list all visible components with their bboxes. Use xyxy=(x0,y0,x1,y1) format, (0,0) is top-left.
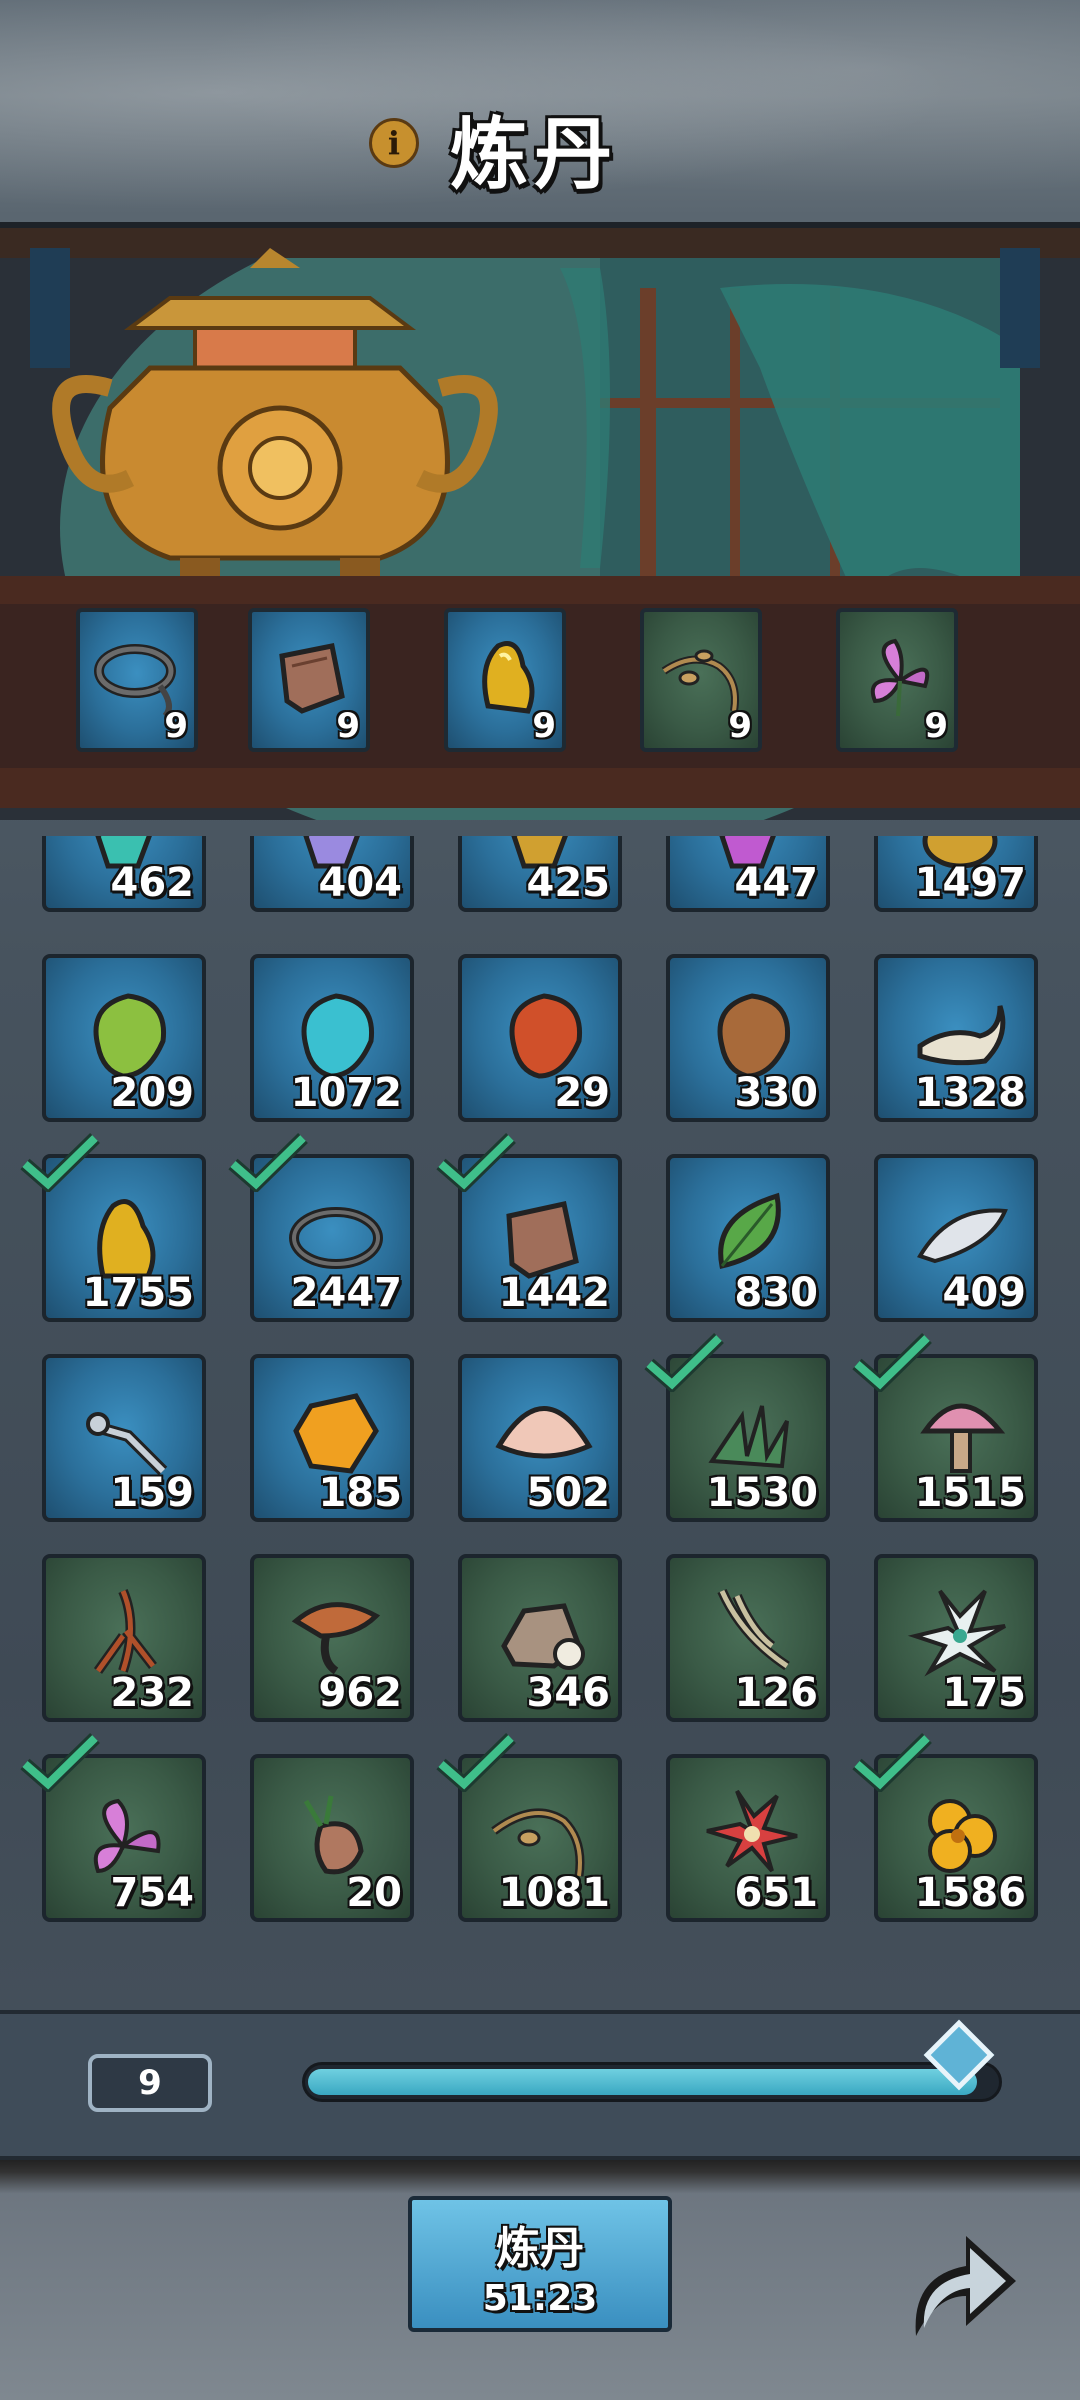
selected-check-icon xyxy=(228,1132,308,1192)
selected-check-icon xyxy=(644,1332,724,1392)
furnace-ingredient-slots: 9 9 9 9 9 xyxy=(0,608,1080,758)
furnace-slot[interactable]: 9 xyxy=(640,608,762,752)
inventory-item[interactable]: 404 xyxy=(250,836,414,912)
slider-fill xyxy=(308,2069,977,2095)
inventory-item[interactable]: 29 xyxy=(458,954,622,1122)
header: i 炼丹 xyxy=(0,0,1080,220)
inventory-item[interactable]: 462 xyxy=(42,836,206,912)
inventory-item[interactable]: 830 xyxy=(666,1154,830,1322)
inventory-item[interactable]: 232 xyxy=(42,1554,206,1722)
inventory-item[interactable]: 1497 xyxy=(874,836,1038,912)
inventory-item[interactable]: 20 xyxy=(250,1754,414,1922)
furnace-slot[interactable]: 9 xyxy=(444,608,566,752)
furnace-slot[interactable]: 9 xyxy=(76,608,198,752)
selected-check-icon xyxy=(852,1732,932,1792)
craft-button-label: 炼丹 xyxy=(496,2223,584,2274)
quantity-value: 9 xyxy=(88,2054,212,2112)
inventory-item[interactable]: 651 xyxy=(666,1754,830,1922)
inventory-item[interactable]: 1072 xyxy=(250,954,414,1122)
inventory-item[interactable]: 409 xyxy=(874,1154,1038,1322)
inventory-item[interactable]: 425 xyxy=(458,836,622,912)
info-icon[interactable]: i xyxy=(369,118,419,168)
inventory-item[interactable]: 126 xyxy=(666,1554,830,1722)
furnace-slot[interactable]: 9 xyxy=(836,608,958,752)
inventory-item[interactable]: 175 xyxy=(874,1554,1038,1722)
quantity-panel: 9 xyxy=(0,2010,1080,2160)
inventory-item[interactable]: 330 xyxy=(666,954,830,1122)
ingredient-inventory-grid: 462 404 425 447 1497 209 1072 29 330 132… xyxy=(0,836,1080,1996)
furnace-slot[interactable]: 9 xyxy=(248,608,370,752)
craft-timer: 51:23 xyxy=(482,2278,598,2319)
selected-check-icon xyxy=(852,1332,932,1392)
selected-check-icon xyxy=(20,1732,100,1792)
inventory-item[interactable]: 1328 xyxy=(874,954,1038,1122)
share-arrow-icon[interactable] xyxy=(896,2216,1026,2346)
selected-check-icon xyxy=(436,1132,516,1192)
quantity-slider[interactable] xyxy=(302,2062,1002,2102)
inventory-item[interactable]: 185 xyxy=(250,1354,414,1522)
inventory-item[interactable]: 502 xyxy=(458,1354,622,1522)
selected-check-icon xyxy=(20,1132,100,1192)
inventory-item[interactable]: 447 xyxy=(666,836,830,912)
alchemy-craft-button[interactable]: 炼丹 51:23 xyxy=(408,2196,672,2332)
selected-check-icon xyxy=(436,1732,516,1792)
page-title: 炼丹 xyxy=(450,110,619,200)
inventory-item[interactable]: 159 xyxy=(42,1354,206,1522)
inventory-item[interactable]: 346 xyxy=(458,1554,622,1722)
inventory-item[interactable]: 962 xyxy=(250,1554,414,1722)
inventory-item[interactable]: 209 xyxy=(42,954,206,1122)
